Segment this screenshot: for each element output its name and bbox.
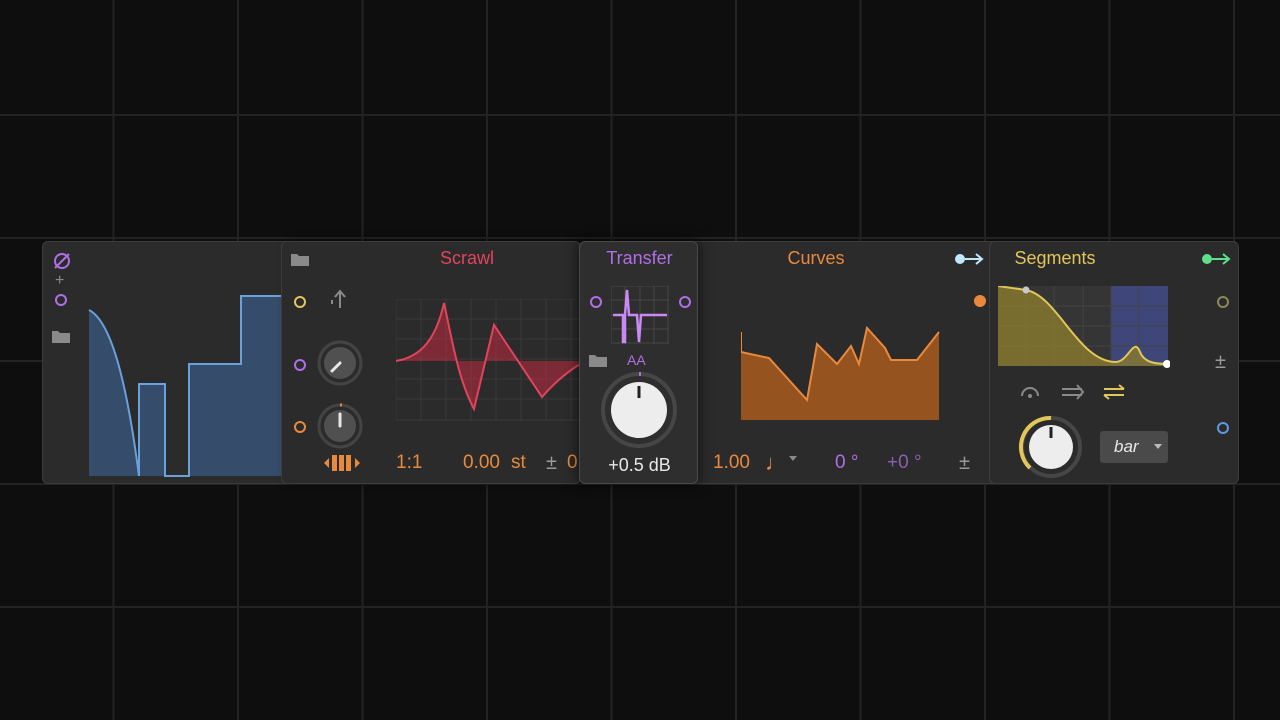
transfer-curve-display (611, 286, 669, 344)
input-port-yellow[interactable] (294, 296, 306, 308)
knob-small[interactable] (316, 402, 364, 450)
scrawl-title: Scrawl (439, 248, 494, 268)
add-icon[interactable]: + (55, 272, 64, 290)
trailing-value[interactable]: 0 (567, 452, 578, 474)
note-icon[interactable]: ♩ (765, 450, 787, 476)
ratio-value[interactable]: 1:1 (396, 452, 422, 474)
mode-dropdown[interactable]: bar (1100, 431, 1168, 463)
no-link-icon[interactable] (51, 250, 73, 272)
mode-value: bar (1114, 437, 1139, 456)
transfer-panel: Transfer AA +0.5 dB (579, 241, 698, 484)
offset-value[interactable]: 0.00 (463, 452, 500, 474)
waveform-panel: + (42, 241, 292, 484)
curves-display (741, 325, 940, 420)
output-port-purple[interactable] (679, 296, 691, 308)
segments-title: Segments (1014, 248, 1096, 268)
output-arrow-icon[interactable] (1200, 250, 1232, 268)
rate-value[interactable]: 1.00 (713, 452, 750, 474)
chevron-down-icon (1154, 444, 1162, 449)
curves-title: Curves (787, 248, 845, 268)
segments-display (998, 286, 1170, 368)
phase-offset-value[interactable]: +0 ° (887, 452, 922, 474)
input-port-orange[interactable] (294, 421, 306, 433)
folder-icon[interactable] (588, 352, 608, 368)
arrow-up-icon[interactable] (328, 288, 348, 310)
folder-icon[interactable] (290, 251, 310, 267)
keyboard-icon[interactable] (322, 452, 362, 474)
bipolar-toggle[interactable]: ± (1215, 352, 1226, 372)
segments-knob[interactable] (1018, 414, 1084, 480)
swap-arrows-icon[interactable] (1101, 384, 1127, 400)
waveform-display (88, 295, 291, 477)
offset-unit: st (511, 452, 526, 473)
input-port-purple[interactable] (590, 296, 602, 308)
input-port-olive[interactable] (1217, 296, 1229, 308)
scrawl-curve-display (396, 299, 580, 421)
bipolar-toggle[interactable]: ± (546, 453, 557, 473)
curves-panel: Curves 1.00 ♩ 0 ° +0 ° ± (690, 241, 998, 484)
segments-panel: Segments ± bar (989, 241, 1239, 484)
phase-value[interactable]: 0 ° (835, 452, 858, 474)
scrawl-panel: Scrawl 1:1 0.00 st ± 0 (281, 241, 581, 484)
antialias-toggle[interactable]: AA (627, 352, 646, 368)
double-arrow-right-icon[interactable] (1060, 384, 1086, 400)
transfer-title: Transfer (606, 248, 673, 268)
gain-knob[interactable] (599, 370, 679, 450)
bipolar-toggle[interactable]: ± (959, 453, 970, 473)
chevron-down-icon[interactable] (789, 456, 797, 461)
folder-icon[interactable] (51, 328, 71, 344)
input-port-blue[interactable] (1217, 422, 1229, 434)
knob-small[interactable] (316, 339, 364, 387)
input-port-purple[interactable] (294, 359, 306, 371)
gain-value[interactable]: +0.5 dB (580, 455, 697, 476)
loop-arc-icon[interactable] (1018, 382, 1042, 400)
output-port-orange[interactable] (974, 295, 986, 307)
output-arrow-icon[interactable] (953, 250, 985, 268)
input-port-purple[interactable] (55, 294, 67, 306)
